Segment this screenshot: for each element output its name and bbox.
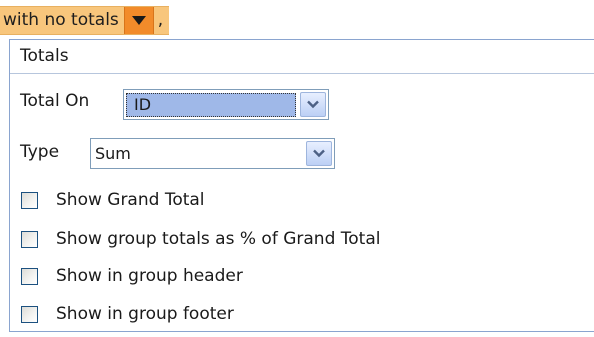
panel-title: Totals xyxy=(10,40,594,74)
show-group-totals-percent-option[interactable]: Show group totals as % of Grand Total xyxy=(21,229,380,249)
caret-down-icon xyxy=(131,15,146,25)
total-on-value: ID xyxy=(126,92,296,117)
totals-dropdown-button[interactable] xyxy=(123,7,154,34)
type-select[interactable]: Sum xyxy=(90,138,335,169)
show-in-group-header-option[interactable]: Show in group header xyxy=(21,266,243,286)
show-grand-total-checkbox[interactable] xyxy=(21,191,38,209)
totals-summary-suffix: , xyxy=(157,10,164,30)
totals-panel: Totals Total On ID Type Sum Show Grand T… xyxy=(9,39,594,332)
total-on-dropdown-button[interactable] xyxy=(300,92,326,117)
show-in-group-footer-option[interactable]: Show in group footer xyxy=(21,304,234,324)
total-on-label: Total On xyxy=(20,91,90,111)
show-group-totals-percent-label: Show group totals as % of Grand Total xyxy=(56,229,381,249)
chevron-down-icon xyxy=(307,100,319,109)
totals-editor: with no totals , Totals Total On ID Type… xyxy=(0,0,594,337)
type-dropdown-button[interactable] xyxy=(306,141,332,166)
type-value: Sum xyxy=(95,143,131,163)
show-in-group-footer-checkbox[interactable] xyxy=(21,305,38,323)
type-label: Type xyxy=(20,142,60,162)
show-grand-total-option[interactable]: Show Grand Total xyxy=(21,190,205,210)
show-group-totals-percent-checkbox[interactable] xyxy=(21,230,38,248)
show-in-group-header-label: Show in group header xyxy=(56,266,243,286)
show-in-group-footer-label: Show in group footer xyxy=(56,304,234,324)
chevron-down-icon xyxy=(313,149,325,158)
totals-summary-label[interactable]: with no totals xyxy=(0,7,124,34)
show-in-group-header-checkbox[interactable] xyxy=(21,267,38,285)
totals-summary-chip[interactable]: with no totals , xyxy=(0,6,170,35)
total-on-select[interactable]: ID xyxy=(123,89,329,120)
show-grand-total-label: Show Grand Total xyxy=(56,190,205,210)
